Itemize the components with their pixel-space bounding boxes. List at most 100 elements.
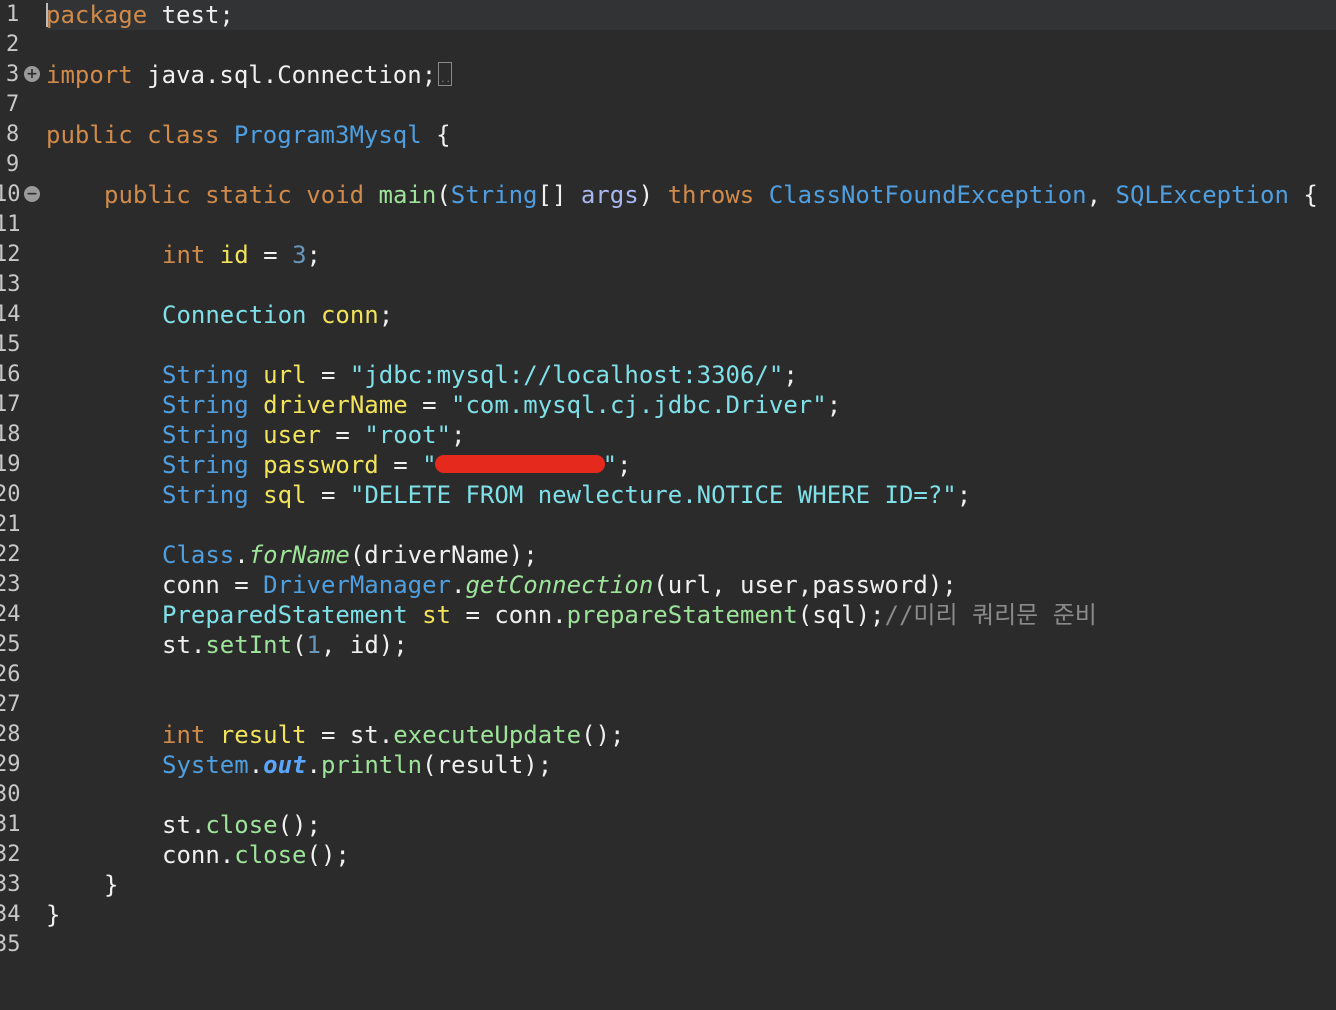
static-method-name: forName <box>248 541 350 569</box>
code-line: Connection conn; <box>162 300 393 330</box>
line-number: 18 <box>0 422 21 447</box>
line-number: 25 <box>0 632 21 657</box>
line-number: 32 <box>0 842 21 867</box>
code-text: (sql); <box>797 601 885 629</box>
code-text: . <box>234 541 249 569</box>
type-name: String <box>162 421 264 449</box>
string-literal: " <box>602 451 618 479</box>
variable: id <box>219 241 249 269</box>
line-number: 14 <box>0 302 21 327</box>
line-number: 20 <box>0 482 21 507</box>
static-method-name: getConnection <box>465 571 654 599</box>
code-text: test; <box>147 1 234 29</box>
method-name: prepareStatement <box>566 601 798 629</box>
code-text: , id); <box>320 631 408 659</box>
closing-brace: } <box>104 871 119 899</box>
code-area[interactable]: package test; import java.sql.Connection… <box>46 0 1336 1010</box>
code-line: public class Program3Mysql { <box>46 120 451 150</box>
variable: result <box>219 721 307 749</box>
code-text: ( <box>292 631 307 659</box>
variable: st <box>422 601 451 629</box>
code-text: . <box>552 601 567 629</box>
code-text: ; <box>783 361 798 389</box>
code-text: = <box>378 451 423 479</box>
line-number: 19 <box>0 452 21 477</box>
variable: conn <box>162 571 220 599</box>
line-number: 28 <box>0 722 21 747</box>
type-name: String <box>162 451 264 479</box>
keyword: public class <box>46 121 234 149</box>
code-text: = <box>306 361 350 389</box>
type-name: SQLException <box>1115 181 1289 209</box>
variable: password <box>263 451 379 479</box>
variable: st <box>349 721 379 749</box>
fold-collapse-icon[interactable]: − <box>24 186 40 202</box>
code-text: (url, user,password); <box>653 571 957 599</box>
code-line: String password = " "; <box>162 450 631 480</box>
keyword: int <box>162 721 220 749</box>
code-text: . <box>190 631 206 659</box>
code-line: } <box>104 870 118 900</box>
static-field: out <box>263 751 307 779</box>
line-number: 26 <box>0 662 21 687</box>
code-text: (); <box>277 811 321 839</box>
line-number: 30 <box>0 782 21 807</box>
line-number: 24 <box>0 602 21 627</box>
line-number: 35 <box>0 932 21 957</box>
line-number: 16 <box>0 362 21 387</box>
code-line: conn = DriverManager.getConnection(url, … <box>162 570 957 600</box>
code-line: System.out.println(result); <box>162 750 552 780</box>
line-number: 10 <box>0 182 21 207</box>
folded-code-icon[interactable] <box>438 62 453 86</box>
code-text: ; <box>617 451 632 479</box>
code-text: = <box>219 571 264 599</box>
method-name: println <box>320 751 423 779</box>
code-line: String url = "jdbc:mysql://localhost:330… <box>162 360 798 390</box>
code-line: PreparedStatement st = conn.prepareState… <box>162 600 1097 630</box>
string-literal: "DELETE FROM newlecture.NOTICE WHERE ID=… <box>349 481 957 509</box>
line-number: 29 <box>0 752 21 777</box>
line-number: 31 <box>0 812 21 837</box>
class-name: PreparedStatement <box>162 601 423 629</box>
code-text: ) <box>638 181 668 209</box>
code-line: String driverName = "com.mysql.cj.jdbc.D… <box>162 390 841 420</box>
variable: st <box>162 811 191 839</box>
line-number: 23 <box>0 572 21 597</box>
method-name: main <box>378 181 437 209</box>
code-text: = <box>320 421 365 449</box>
line-number: 15 <box>0 332 21 357</box>
line-number: 1 <box>6 2 20 27</box>
method-name: close <box>205 811 278 839</box>
code-text: [] <box>537 181 581 209</box>
string-literal: "root" <box>364 421 452 449</box>
code-line: package test; <box>46 0 234 30</box>
line-number: 7 <box>6 92 20 117</box>
line-number: 12 <box>0 242 21 267</box>
variable: driverName <box>263 391 408 419</box>
type-name: String <box>162 481 264 509</box>
keyword: throws <box>667 181 769 209</box>
line-number: 3 <box>6 62 20 87</box>
variable: conn <box>494 601 553 629</box>
code-line: conn.close(); <box>162 840 350 870</box>
code-line: public static void main(String[] args) t… <box>104 180 1318 210</box>
type-name: String <box>450 181 538 209</box>
code-text: ; <box>451 421 466 449</box>
line-number: 13 <box>0 272 21 297</box>
code-line: int id = 3; <box>162 240 321 270</box>
code-text: (driverName); <box>349 541 538 569</box>
keyword: import <box>46 61 133 89</box>
code-text: = <box>306 721 350 749</box>
fold-expand-icon[interactable]: + <box>24 66 40 82</box>
code-text: , <box>1086 181 1116 209</box>
code-text: = <box>407 391 452 419</box>
code-line: Class.forName(driverName); <box>162 540 538 570</box>
line-number: 2 <box>6 32 20 57</box>
code-line: String sql = "DELETE FROM newlecture.NOT… <box>162 480 971 510</box>
code-editor[interactable]: 1 2 3 + 7 8 9 10 − 11 12 13 14 15 16 17 … <box>0 0 1336 1010</box>
redaction-mark <box>434 455 605 473</box>
code-line: } <box>46 900 60 930</box>
line-number: 9 <box>6 152 20 177</box>
line-number: 17 <box>0 392 21 417</box>
code-line: int result = st.executeUpdate(); <box>162 720 624 750</box>
